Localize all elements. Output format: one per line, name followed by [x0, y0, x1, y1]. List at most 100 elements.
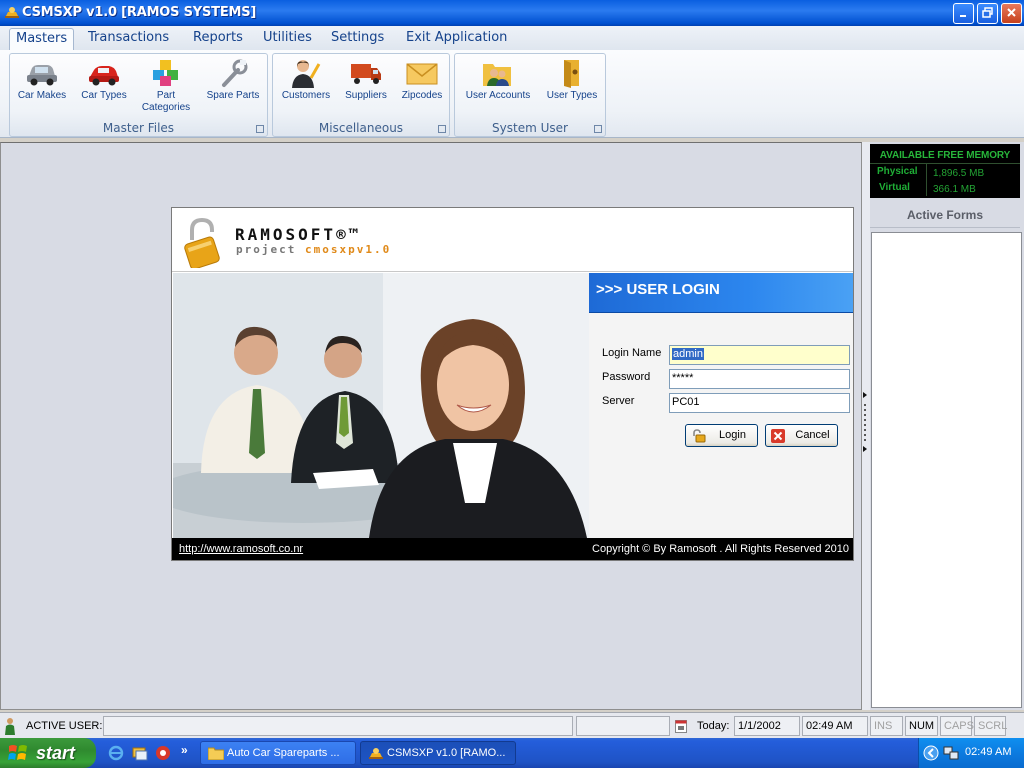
- app-icon: [369, 748, 383, 759]
- zipcodes-label: Zipcodes: [401, 90, 443, 101]
- part-categories-button[interactable]: Part Categories: [136, 58, 196, 114]
- folder-icon: [208, 747, 224, 760]
- copyright-text: Copyright © By Ramosoft . All Rights Res…: [592, 543, 849, 555]
- tab-transactions[interactable]: Transactions: [82, 28, 175, 50]
- ribbon-group-master-files: Car Makes Car Types Part Categories Spar…: [9, 53, 268, 137]
- tab-settings[interactable]: Settings: [325, 28, 390, 50]
- customers-button[interactable]: Customers: [276, 58, 336, 102]
- password-input[interactable]: *****: [669, 369, 850, 389]
- login-button-label: Login: [719, 429, 746, 441]
- tab-utilities[interactable]: Utilities: [257, 28, 318, 50]
- window-title: CSMSXP v1.0 [RAMOS SYSTEMS]: [22, 5, 257, 20]
- task-label: Auto Car Spareparts ...: [227, 747, 340, 759]
- active-forms-list[interactable]: [871, 232, 1022, 708]
- memory-monitor: AVAILABLE FREE MEMORY Physical 1,896.5 M…: [870, 144, 1020, 198]
- memory-column-divider: [926, 164, 927, 196]
- dialog-launcher-icon[interactable]: [256, 125, 264, 133]
- task-csmsxp[interactable]: CSMSXP v1.0 [RAMO...: [360, 741, 516, 765]
- tab-reports[interactable]: Reports: [187, 28, 249, 50]
- active-user-label: ACTIVE USER:: [26, 720, 103, 732]
- time-panel: 02:49 AM: [802, 716, 868, 736]
- password-label: Password: [602, 371, 651, 383]
- status-message-panel: [576, 716, 670, 736]
- task-label: CSMSXP v1.0 [RAMO...: [387, 747, 506, 759]
- calendar-icon: [675, 720, 687, 733]
- group-label-master-files: Master Files: [102, 121, 175, 135]
- car-makes-icon: [27, 65, 57, 86]
- active-forms-header: Active Forms: [870, 204, 1020, 228]
- tab-masters[interactable]: Masters: [9, 28, 75, 50]
- user-accounts-button[interactable]: User Accounts: [458, 58, 538, 102]
- group-label-system-user: System User: [492, 121, 568, 135]
- folder-key-icon: [564, 60, 579, 88]
- part-categories-icon: [153, 60, 178, 86]
- tab-exit-application[interactable]: Exit Application: [400, 28, 513, 50]
- car-makes-label: Car Makes: [17, 90, 67, 101]
- date-panel: 1/1/2002: [734, 716, 800, 736]
- minimize-icon: [959, 15, 966, 17]
- car-types-label: Car Types: [81, 90, 127, 101]
- envelope-icon: [406, 63, 438, 85]
- dialog-launcher-icon[interactable]: [594, 125, 602, 133]
- wrench-icon: [222, 59, 248, 87]
- brand-name: RAMOSOFT®™: [235, 225, 362, 244]
- server-input[interactable]: PC01: [669, 393, 850, 413]
- minimize-button[interactable]: [953, 3, 974, 24]
- brand-subtitle: project cmosxpv1.0: [236, 243, 391, 256]
- car-types-icon: [89, 66, 119, 86]
- dialog-launcher-icon[interactable]: [438, 125, 446, 133]
- splitter-grip-icon: [863, 392, 867, 452]
- tray-expand-icon[interactable]: [923, 745, 939, 761]
- task-auto-car-spareparts[interactable]: Auto Car Spareparts ...: [200, 741, 356, 765]
- start-label: start: [36, 743, 76, 763]
- start-button[interactable]: start: [0, 738, 96, 768]
- caps-indicator: CAPS: [940, 716, 974, 736]
- login-button[interactable]: Login: [685, 424, 758, 447]
- taskbar: start » Auto Car Spareparts ... CSMSXP v…: [0, 738, 1024, 768]
- restore-icon: [982, 7, 993, 18]
- today-label: Today:: [697, 720, 730, 732]
- close-button[interactable]: [1001, 3, 1022, 24]
- spare-parts-button[interactable]: Spare Parts: [200, 58, 266, 102]
- tray-clock[interactable]: 02:49 AM: [965, 746, 1011, 758]
- ribbon-tab-strip: Masters Transactions Reports Utilities S…: [0, 26, 1024, 50]
- status-bar: ACTIVE USER: Today: 1/1/2002 02:49 AM IN…: [0, 712, 1024, 738]
- panel-splitter[interactable]: [862, 142, 870, 710]
- office-photo-illustration: [173, 273, 589, 538]
- user-types-label: User Types: [546, 90, 598, 101]
- group-label-miscellaneous: Miscellaneous: [318, 121, 404, 135]
- part-categories-label: Part Categories: [141, 90, 191, 113]
- cancel-button[interactable]: Cancel: [765, 424, 838, 447]
- suppliers-button[interactable]: Suppliers: [336, 58, 396, 102]
- brand-subtitle-version: cmosxpv1.0: [304, 243, 392, 256]
- car-types-button[interactable]: Car Types: [74, 58, 134, 102]
- virtual-memory-value: 366.1 MB: [933, 184, 976, 195]
- zipcodes-button[interactable]: Zipcodes: [392, 58, 452, 102]
- truck-icon: [351, 64, 381, 84]
- website-link[interactable]: http://www.ramosoft.co.nr: [179, 543, 303, 555]
- active-user-value-panel: [103, 716, 573, 736]
- network-icon[interactable]: [943, 745, 959, 761]
- num-indicator: NUM: [905, 716, 938, 736]
- cancel-x-icon: [771, 429, 785, 443]
- ribbon: Car Makes Car Types Part Categories Spar…: [0, 50, 1024, 138]
- physical-memory-label: Physical: [877, 166, 918, 177]
- login-dialog-header: RAMOSOFT®™ project cmosxpv1.0: [172, 208, 853, 272]
- memory-title: AVAILABLE FREE MEMORY: [879, 150, 1011, 161]
- customers-label: Customers: [281, 90, 331, 101]
- internet-explorer-icon[interactable]: [108, 745, 124, 761]
- app-icon: [5, 7, 19, 18]
- user-types-button[interactable]: User Types: [541, 58, 603, 102]
- server-label: Server: [602, 395, 635, 407]
- media-player-icon[interactable]: [155, 745, 171, 761]
- close-icon: [1007, 8, 1016, 17]
- restore-button[interactable]: [977, 3, 998, 24]
- show-desktop-icon[interactable]: [132, 745, 148, 761]
- customers-icon: [292, 60, 321, 88]
- quick-launch-overflow-icon[interactable]: »: [181, 743, 188, 757]
- memory-divider: [870, 163, 1020, 164]
- login-header: >>> USER LOGIN: [589, 273, 853, 313]
- login-name-input[interactable]: admin: [669, 345, 850, 365]
- user-accounts-label: User Accounts: [465, 90, 531, 101]
- car-makes-button[interactable]: Car Makes: [12, 58, 72, 102]
